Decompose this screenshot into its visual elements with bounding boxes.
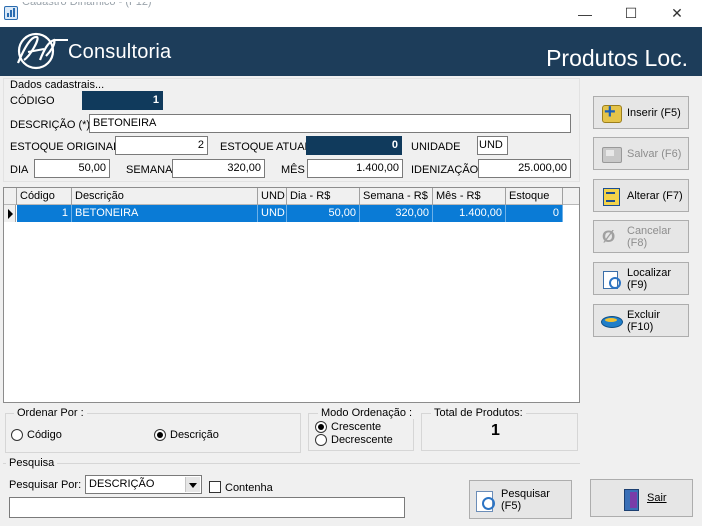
table-row[interactable]: 1 BETONEIRA UND 50,00 320,00 1.400,00 0 (4, 205, 579, 222)
excluir-button[interactable]: Excluir (F10) (593, 304, 689, 337)
grid-corner (4, 188, 17, 205)
sair-button[interactable]: Sair (590, 479, 693, 517)
save-icon (601, 145, 623, 163)
mes-label: MÊS (281, 164, 305, 176)
screen-title: Produtos Loc. (546, 45, 688, 71)
produtos-grid[interactable]: Código Descrição UND Dia - R$ Semana - R… (3, 187, 580, 403)
delete-icon (601, 312, 623, 330)
ordenar-descricao-radio[interactable] (154, 429, 166, 441)
ordenar-codigo-label[interactable]: Código (27, 429, 62, 441)
col-descricao-header[interactable]: Descrição (72, 188, 258, 205)
grid-header: Código Descrição UND Dia - R$ Semana - R… (4, 188, 579, 205)
col-und-header[interactable]: UND (258, 188, 287, 205)
search-document-icon (475, 490, 497, 512)
minimize-button[interactable]: — (562, 0, 608, 27)
localizar-button-label: Localizar (F9) (627, 266, 672, 291)
col-mes-header[interactable]: Mês - R$ (433, 188, 506, 205)
total-title: Total de Produtos: (431, 407, 526, 419)
cell-dia[interactable]: 50,00 (287, 205, 360, 222)
window-title: Cadastro Dinâmico - (F12) (22, 2, 152, 8)
company-logo (16, 32, 68, 70)
salvar-button-label: Salvar (F6) (627, 147, 682, 160)
cell-estoque[interactable]: 0 (506, 205, 563, 222)
pesquisa-title: Pesquisa (6, 457, 58, 469)
codigo-label: CÓDIGO (10, 95, 55, 107)
dados-cadastrais-title: Dados cadastrais... (10, 79, 105, 91)
search-input[interactable] (9, 497, 405, 518)
cell-und[interactable]: UND (258, 205, 287, 222)
codigo-field[interactable]: 1 (82, 91, 163, 110)
mes-field[interactable]: 1.400,00 (307, 159, 403, 178)
brand-name: Consultoria (68, 41, 172, 63)
sair-button-label: Sair (647, 492, 667, 504)
maximize-button[interactable]: ☐ (608, 0, 654, 27)
estoque-original-label: ESTOQUE ORIGINAL (10, 141, 120, 153)
pesquisar-por-label: Pesquisar Por: (9, 479, 82, 491)
modo-title: Modo Ordenação : (318, 407, 416, 419)
estoque-original-field[interactable]: 2 (115, 136, 208, 155)
modo-decrescente-label[interactable]: Decrescente (331, 434, 393, 446)
estoque-atual-field[interactable]: 0 (306, 136, 402, 155)
row-indicator-icon (4, 205, 16, 222)
excluir-button-label: Excluir (F10) (627, 308, 661, 333)
cell-descricao[interactable]: BETONEIRA (72, 205, 258, 222)
col-semana-header[interactable]: Semana - R$ (360, 188, 433, 205)
ordenar-descricao-label[interactable]: Descrição (170, 429, 219, 441)
total-produtos-value: 1 (491, 422, 500, 439)
modo-crescente-label[interactable]: Crescente (331, 421, 381, 433)
ordenar-codigo-radio[interactable] (11, 429, 23, 441)
semana-label: SEMANA (126, 164, 173, 176)
app-chart-icon (4, 6, 18, 20)
dia-label: DIA (10, 164, 29, 176)
alterar-button-label: Alterar (F7) (627, 189, 683, 202)
cancelar-button[interactable]: Cancelar (F8) (593, 220, 689, 253)
unidade-field[interactable]: UND (477, 136, 508, 155)
modo-crescente-radio[interactable] (315, 421, 327, 433)
alterar-button[interactable]: Alterar (F7) (593, 179, 689, 212)
pesquisar-button-label: Pesquisar (F5) (501, 487, 550, 512)
window-titlebar: Cadastro Dinâmico - (F12) — ☐ ✕ (0, 0, 702, 27)
pesquisa-divider (3, 463, 580, 464)
chevron-down-icon[interactable] (185, 477, 200, 492)
indenizacao-label: IDENIZAÇÃO (411, 164, 479, 176)
pesquisar-button[interactable]: Pesquisar (F5) (469, 480, 572, 519)
estoque-atual-label: ESTOQUE ATUAL (220, 141, 311, 153)
pesquisar-por-value: DESCRIÇÃO (89, 478, 155, 490)
semana-field[interactable]: 320,00 (172, 159, 265, 178)
inserir-button[interactable]: Inserir (F5) (593, 96, 689, 129)
indenizacao-field[interactable]: 25.000,00 (478, 159, 571, 178)
modo-decrescente-radio[interactable] (315, 434, 327, 446)
descricao-label: DESCRIÇÃO (*) (10, 119, 91, 131)
cancelar-button-label: Cancelar (F8) (627, 224, 672, 249)
locate-icon (601, 270, 623, 289)
descricao-field[interactable]: BETONEIRA (89, 114, 571, 133)
app-header: Consultoria Produtos Loc. (0, 27, 702, 76)
dia-field[interactable]: 50,00 (34, 159, 110, 178)
localizar-button[interactable]: Localizar (F9) (593, 262, 689, 295)
col-dia-header[interactable]: Dia - R$ (287, 188, 360, 205)
unidade-label: UNIDADE (411, 141, 461, 153)
cancel-icon (601, 227, 623, 247)
contenha-checkbox[interactable] (209, 481, 221, 493)
cell-codigo[interactable]: 1 (17, 205, 72, 222)
col-codigo-header[interactable]: Código (17, 188, 72, 205)
pesquisar-por-select[interactable]: DESCRIÇÃO (85, 475, 202, 494)
close-button[interactable]: ✕ (654, 0, 700, 27)
contenha-label[interactable]: Contenha (225, 482, 273, 494)
col-estoque-header[interactable]: Estoque (506, 188, 563, 205)
insert-plus-icon (601, 101, 623, 124)
cell-mes[interactable]: 1.400,00 (433, 205, 506, 222)
salvar-button[interactable]: Salvar (F6) (593, 137, 689, 170)
ordenar-title: Ordenar Por : (14, 407, 87, 419)
inserir-button-label: Inserir (F5) (627, 106, 681, 119)
edit-icon (601, 187, 623, 206)
cell-semana[interactable]: 320,00 (360, 205, 433, 222)
exit-door-icon (621, 489, 643, 511)
